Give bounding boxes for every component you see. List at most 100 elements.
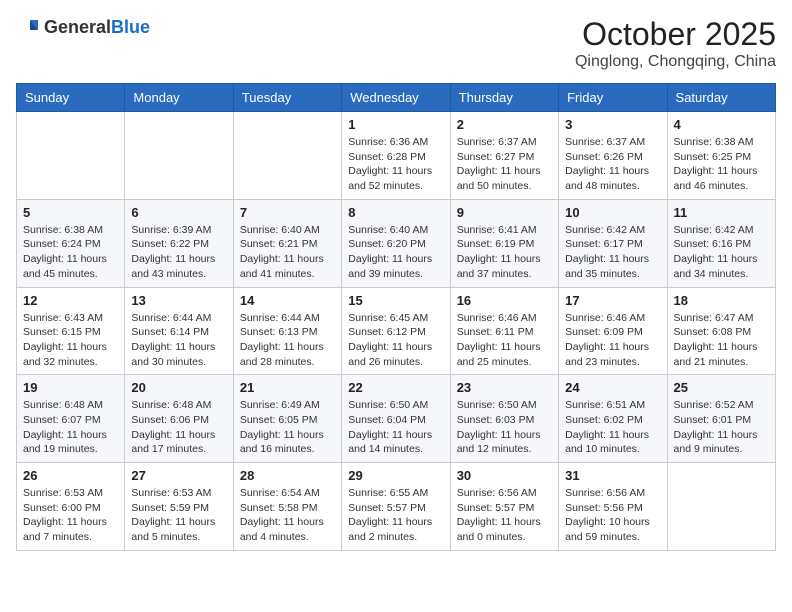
day-number: 25 bbox=[674, 380, 769, 395]
day-detail: Sunrise: 6:46 AM Sunset: 6:09 PM Dayligh… bbox=[565, 311, 660, 370]
day-detail: Sunrise: 6:50 AM Sunset: 6:03 PM Dayligh… bbox=[457, 398, 552, 457]
day-detail: Sunrise: 6:49 AM Sunset: 6:05 PM Dayligh… bbox=[240, 398, 335, 457]
day-number: 9 bbox=[457, 205, 552, 220]
calendar-cell: 23 Sunrise: 6:50 AM Sunset: 6:03 PM Dayli… bbox=[450, 375, 558, 463]
day-detail: Sunrise: 6:56 AM Sunset: 5:57 PM Dayligh… bbox=[457, 486, 552, 545]
day-detail: Sunrise: 6:54 AM Sunset: 5:58 PM Dayligh… bbox=[240, 486, 335, 545]
day-number: 22 bbox=[348, 380, 443, 395]
calendar-cell: 4 Sunrise: 6:38 AM Sunset: 6:25 PM Daylig… bbox=[667, 112, 775, 200]
calendar-cell: 7 Sunrise: 6:40 AM Sunset: 6:21 PM Daylig… bbox=[233, 199, 341, 287]
day-detail: Sunrise: 6:45 AM Sunset: 6:12 PM Dayligh… bbox=[348, 311, 443, 370]
day-number: 30 bbox=[457, 468, 552, 483]
calendar-cell: 26Sunrise: 6:53 AM Sunset: 6:00 PM Dayli… bbox=[17, 463, 125, 551]
calendar-cell: 2 Sunrise: 6:37 AM Sunset: 6:27 PM Daylig… bbox=[450, 112, 558, 200]
calendar-cell bbox=[233, 112, 341, 200]
day-header-saturday: Saturday bbox=[667, 84, 775, 112]
day-number: 27 bbox=[131, 468, 226, 483]
day-detail: Sunrise: 6:38 AM Sunset: 6:25 PM Dayligh… bbox=[674, 135, 769, 194]
calendar-cell: 29 Sunrise: 6:55 AM Sunset: 5:57 PM Dayli… bbox=[342, 463, 450, 551]
day-detail: Sunrise: 6:36 AM Sunset: 6:28 PM Dayligh… bbox=[348, 135, 443, 194]
calendar-cell: 18 Sunrise: 6:47 AM Sunset: 6:08 PM Dayli… bbox=[667, 287, 775, 375]
calendar-cell: 31Sunrise: 6:56 AM Sunset: 5:56 PM Dayli… bbox=[559, 463, 667, 551]
day-number: 29 bbox=[348, 468, 443, 483]
day-detail: Sunrise: 6:51 AM Sunset: 6:02 PM Dayligh… bbox=[565, 398, 660, 457]
calendar-week-2: 5 Sunrise: 6:38 AM Sunset: 6:24 PM Daylig… bbox=[17, 199, 776, 287]
day-number: 17 bbox=[565, 293, 660, 308]
day-header-wednesday: Wednesday bbox=[342, 84, 450, 112]
day-detail: Sunrise: 6:40 AM Sunset: 6:20 PM Dayligh… bbox=[348, 223, 443, 282]
day-number: 23 bbox=[457, 380, 552, 395]
calendar-cell: 5 Sunrise: 6:38 AM Sunset: 6:24 PM Daylig… bbox=[17, 199, 125, 287]
day-detail: Sunrise: 6:48 AM Sunset: 6:06 PM Dayligh… bbox=[131, 398, 226, 457]
day-detail: Sunrise: 6:37 AM Sunset: 6:27 PM Dayligh… bbox=[457, 135, 552, 194]
day-detail: Sunrise: 6:42 AM Sunset: 6:17 PM Dayligh… bbox=[565, 223, 660, 282]
calendar-cell: 28 Sunrise: 6:54 AM Sunset: 5:58 PM Dayli… bbox=[233, 463, 341, 551]
calendar-table: SundayMondayTuesdayWednesdayThursdayFrid… bbox=[16, 83, 776, 551]
day-number: 20 bbox=[131, 380, 226, 395]
day-number: 18 bbox=[674, 293, 769, 308]
day-detail: Sunrise: 6:47 AM Sunset: 6:08 PM Dayligh… bbox=[674, 311, 769, 370]
calendar-title: October 2025 bbox=[575, 16, 776, 53]
logo-icon bbox=[16, 16, 40, 40]
calendar-cell: 20 Sunrise: 6:48 AM Sunset: 6:06 PM Dayli… bbox=[125, 375, 233, 463]
day-number: 21 bbox=[240, 380, 335, 395]
day-number: 24 bbox=[565, 380, 660, 395]
day-detail: Sunrise: 6:44 AM Sunset: 6:13 PM Dayligh… bbox=[240, 311, 335, 370]
calendar-week-3: 12Sunrise: 6:43 AM Sunset: 6:15 PM Dayli… bbox=[17, 287, 776, 375]
calendar-cell: 3 Sunrise: 6:37 AM Sunset: 6:26 PM Daylig… bbox=[559, 112, 667, 200]
day-number: 2 bbox=[457, 117, 552, 132]
day-detail: Sunrise: 6:52 AM Sunset: 6:01 PM Dayligh… bbox=[674, 398, 769, 457]
day-detail: Sunrise: 6:55 AM Sunset: 5:57 PM Dayligh… bbox=[348, 486, 443, 545]
calendar-week-5: 26Sunrise: 6:53 AM Sunset: 6:00 PM Dayli… bbox=[17, 463, 776, 551]
calendar-cell: 17 Sunrise: 6:46 AM Sunset: 6:09 PM Dayli… bbox=[559, 287, 667, 375]
calendar-cell: 15 Sunrise: 6:45 AM Sunset: 6:12 PM Dayli… bbox=[342, 287, 450, 375]
day-detail: Sunrise: 6:39 AM Sunset: 6:22 PM Dayligh… bbox=[131, 223, 226, 282]
calendar-cell: 6 Sunrise: 6:39 AM Sunset: 6:22 PM Daylig… bbox=[125, 199, 233, 287]
calendar-week-4: 19Sunrise: 6:48 AM Sunset: 6:07 PM Dayli… bbox=[17, 375, 776, 463]
calendar-cell: 27Sunrise: 6:53 AM Sunset: 5:59 PM Dayli… bbox=[125, 463, 233, 551]
calendar-cell bbox=[17, 112, 125, 200]
calendar-cell: 9 Sunrise: 6:41 AM Sunset: 6:19 PM Daylig… bbox=[450, 199, 558, 287]
day-number: 11 bbox=[674, 205, 769, 220]
calendar-cell: 8 Sunrise: 6:40 AM Sunset: 6:20 PM Daylig… bbox=[342, 199, 450, 287]
calendar-cell: 22 Sunrise: 6:50 AM Sunset: 6:04 PM Dayli… bbox=[342, 375, 450, 463]
calendar-cell: 19Sunrise: 6:48 AM Sunset: 6:07 PM Dayli… bbox=[17, 375, 125, 463]
day-detail: Sunrise: 6:44 AM Sunset: 6:14 PM Dayligh… bbox=[131, 311, 226, 370]
day-detail: Sunrise: 6:37 AM Sunset: 6:26 PM Dayligh… bbox=[565, 135, 660, 194]
day-detail: Sunrise: 6:42 AM Sunset: 6:16 PM Dayligh… bbox=[674, 223, 769, 282]
day-detail: Sunrise: 6:38 AM Sunset: 6:24 PM Dayligh… bbox=[23, 223, 118, 282]
day-number: 14 bbox=[240, 293, 335, 308]
day-number: 4 bbox=[674, 117, 769, 132]
day-number: 6 bbox=[131, 205, 226, 220]
calendar-header-row: SundayMondayTuesdayWednesdayThursdayFrid… bbox=[17, 84, 776, 112]
day-number: 28 bbox=[240, 468, 335, 483]
day-number: 5 bbox=[23, 205, 118, 220]
calendar-cell: 24 Sunrise: 6:51 AM Sunset: 6:02 PM Dayli… bbox=[559, 375, 667, 463]
day-number: 15 bbox=[348, 293, 443, 308]
calendar-cell: 1 Sunrise: 6:36 AM Sunset: 6:28 PM Daylig… bbox=[342, 112, 450, 200]
day-number: 7 bbox=[240, 205, 335, 220]
day-number: 1 bbox=[348, 117, 443, 132]
logo-general: GeneralBlue bbox=[44, 18, 150, 38]
day-number: 19 bbox=[23, 380, 118, 395]
day-number: 16 bbox=[457, 293, 552, 308]
day-detail: Sunrise: 6:50 AM Sunset: 6:04 PM Dayligh… bbox=[348, 398, 443, 457]
day-header-tuesday: Tuesday bbox=[233, 84, 341, 112]
page-header: GeneralBlue October 2025 Qinglong, Chong… bbox=[16, 16, 776, 71]
calendar-cell bbox=[125, 112, 233, 200]
day-number: 10 bbox=[565, 205, 660, 220]
day-header-thursday: Thursday bbox=[450, 84, 558, 112]
day-number: 8 bbox=[348, 205, 443, 220]
day-detail: Sunrise: 6:56 AM Sunset: 5:56 PM Dayligh… bbox=[565, 486, 660, 545]
day-number: 3 bbox=[565, 117, 660, 132]
title-block: October 2025 Qinglong, Chongqing, China bbox=[575, 16, 776, 71]
calendar-cell: 16 Sunrise: 6:46 AM Sunset: 6:11 PM Dayli… bbox=[450, 287, 558, 375]
day-header-monday: Monday bbox=[125, 84, 233, 112]
day-detail: Sunrise: 6:41 AM Sunset: 6:19 PM Dayligh… bbox=[457, 223, 552, 282]
calendar-cell: 10 Sunrise: 6:42 AM Sunset: 6:17 PM Dayli… bbox=[559, 199, 667, 287]
calendar-cell: 30 Sunrise: 6:56 AM Sunset: 5:57 PM Dayli… bbox=[450, 463, 558, 551]
calendar-cell: 14 Sunrise: 6:44 AM Sunset: 6:13 PM Dayli… bbox=[233, 287, 341, 375]
calendar-cell: 25 Sunrise: 6:52 AM Sunset: 6:01 PM Dayli… bbox=[667, 375, 775, 463]
day-detail: Sunrise: 6:46 AM Sunset: 6:11 PM Dayligh… bbox=[457, 311, 552, 370]
day-detail: Sunrise: 6:40 AM Sunset: 6:21 PM Dayligh… bbox=[240, 223, 335, 282]
